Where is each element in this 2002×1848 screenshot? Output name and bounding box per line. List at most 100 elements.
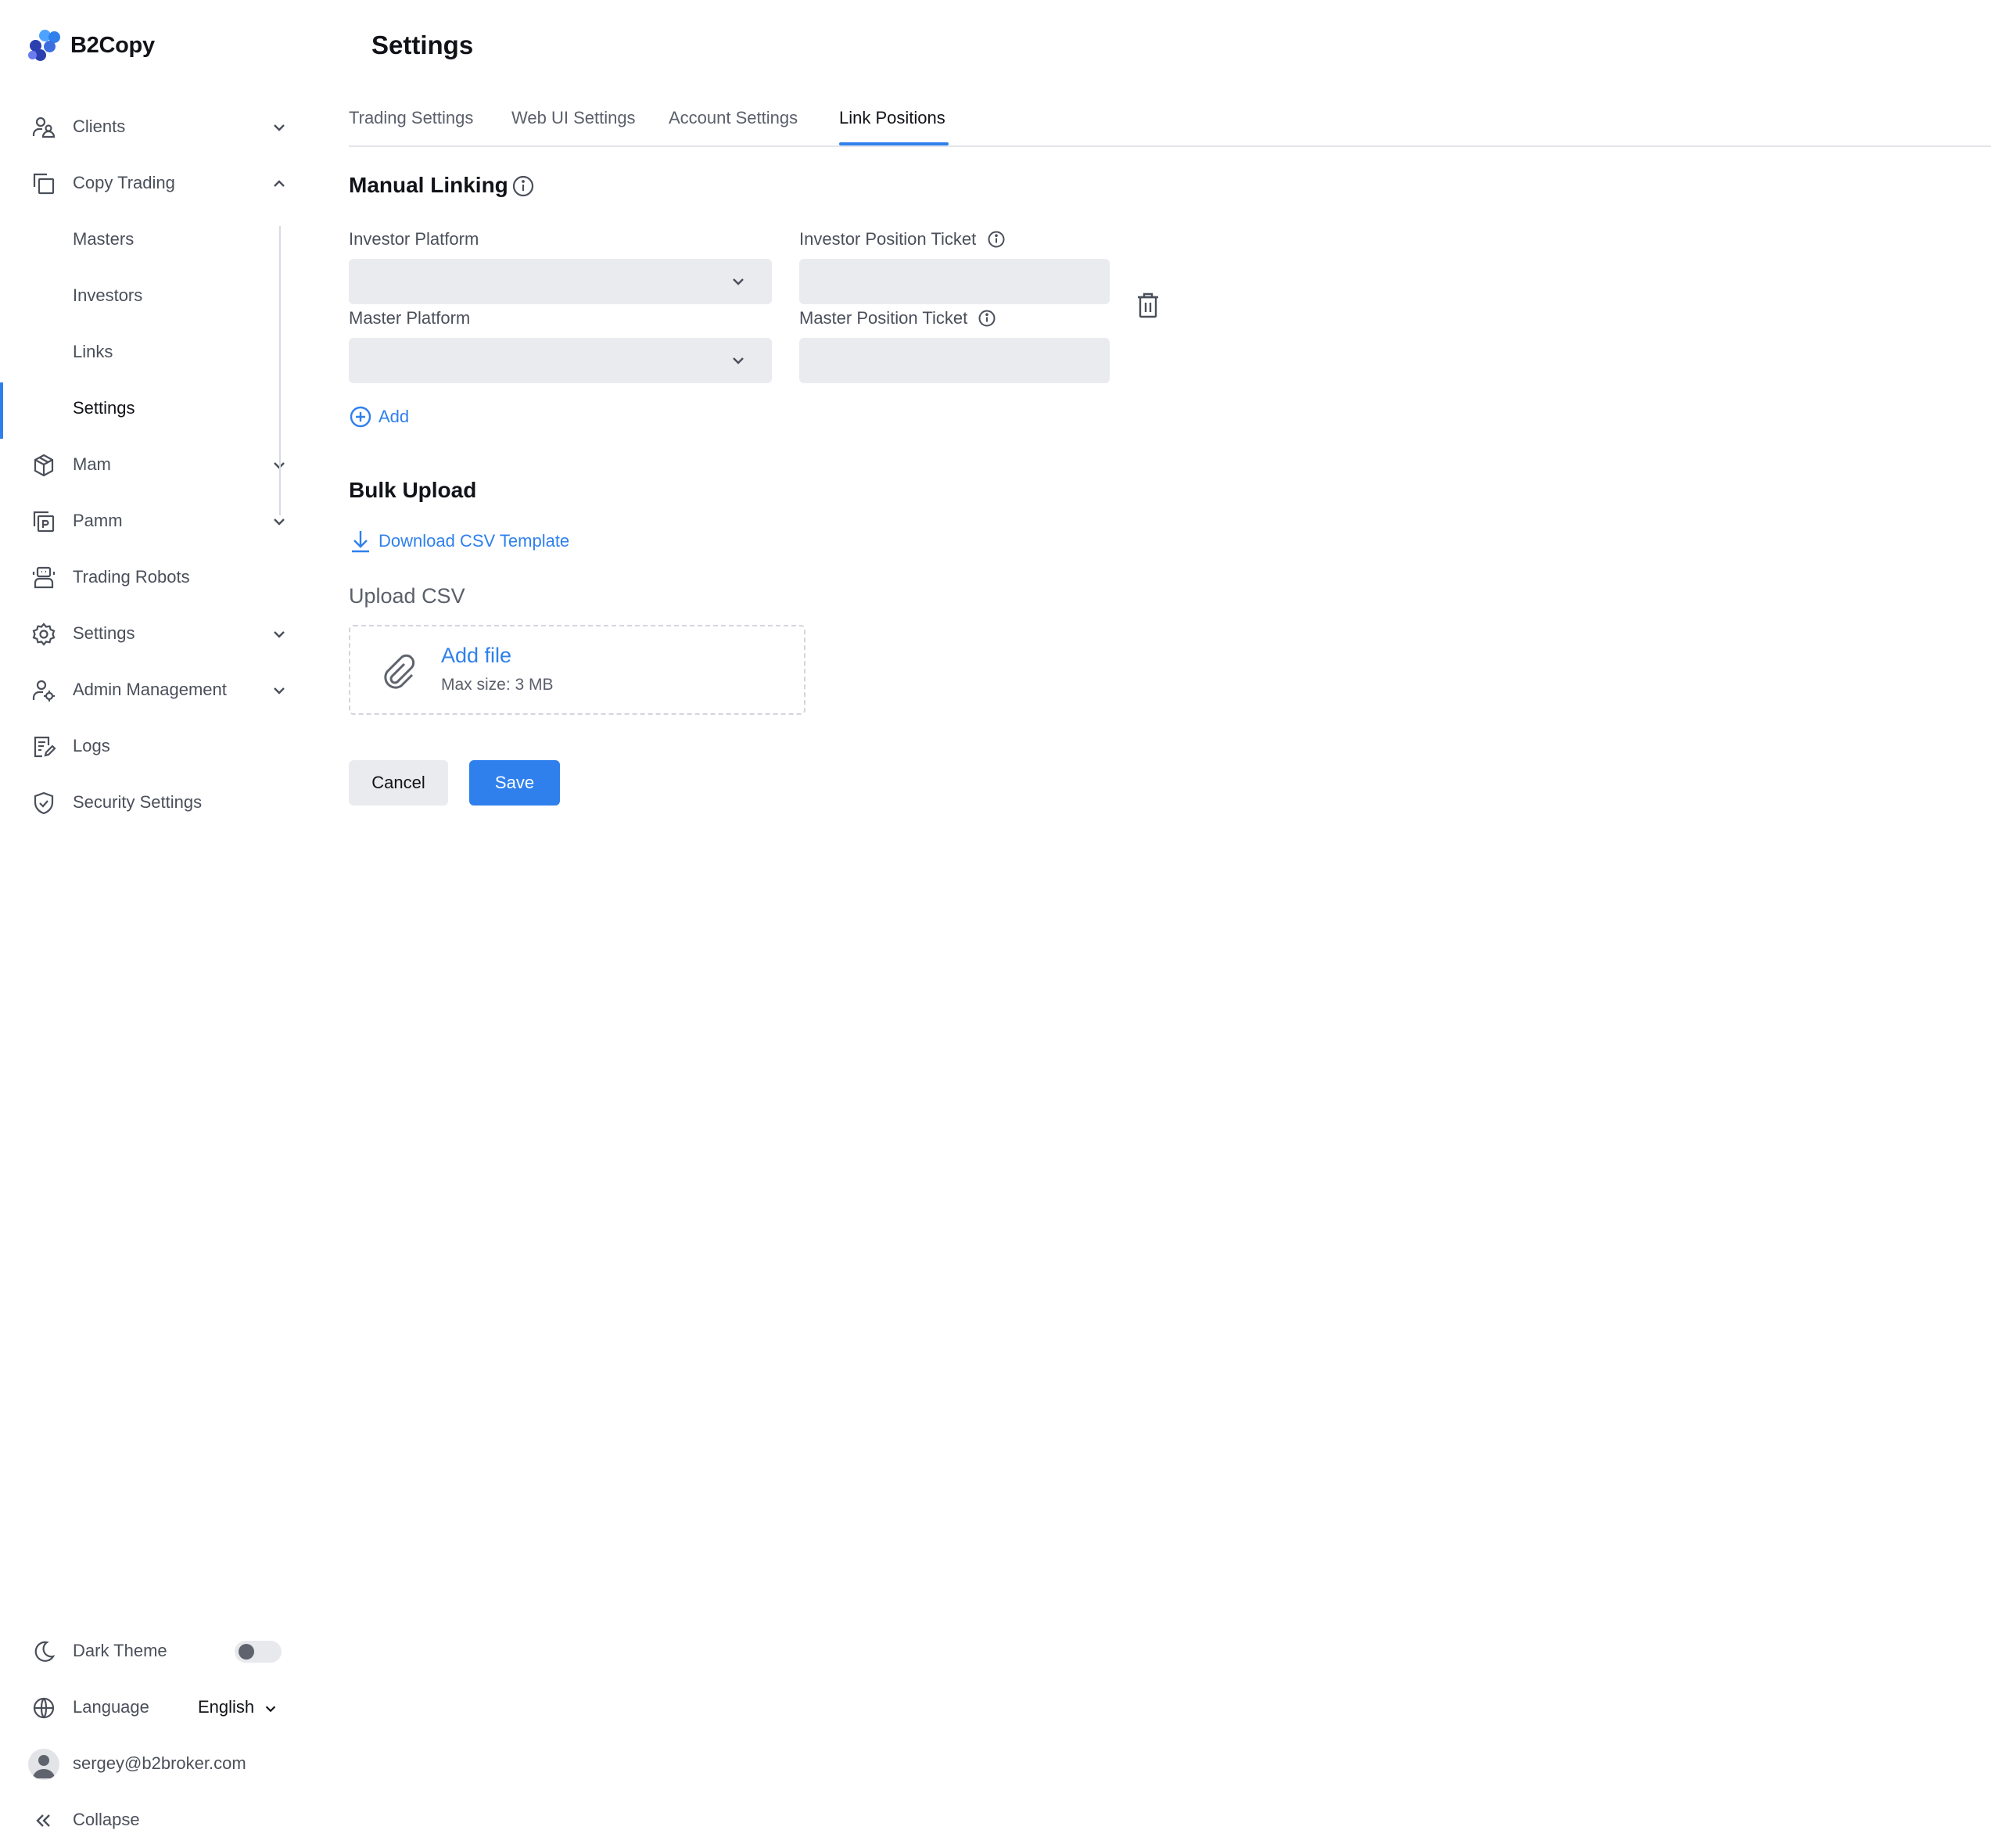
sidebar-item-pamm[interactable]: Pamm (0, 493, 313, 549)
collapse-button[interactable]: Collapse (0, 1792, 313, 1848)
sidebar-footer: Dark Theme Language English sergey@b2bro… (0, 1623, 313, 1848)
sidebar-item-label: Pamm (73, 511, 123, 530)
trash-icon[interactable] (1136, 291, 1161, 319)
csv-dropzone[interactable]: Add file Max size: 3 MB (349, 625, 805, 715)
sidebar-item-label: Logs (73, 736, 110, 755)
language-label: Language (73, 1697, 149, 1717)
language-select[interactable]: English (198, 1697, 254, 1717)
copy-icon (33, 173, 55, 195)
master-ticket-label: Master Position Ticket (799, 308, 968, 328)
sidebar-subitem-settings[interactable]: Settings (0, 380, 313, 436)
chevrons-left-icon (36, 1814, 50, 1827)
info-icon[interactable] (978, 309, 996, 328)
sidebar-subitem-investors[interactable]: Investors (0, 267, 313, 324)
shield-icon (34, 791, 54, 815)
investor-ticket-input[interactable] (799, 259, 1110, 304)
tab-link-positions[interactable]: Link Positions (839, 108, 945, 128)
sidebar-item-label: Masters (73, 229, 135, 249)
chevron-down-icon[interactable] (271, 513, 288, 530)
dark-theme-row: Dark Theme (0, 1623, 313, 1679)
chevron-down-icon[interactable] (271, 682, 288, 699)
chevron-down-icon[interactable] (271, 119, 288, 136)
plus-circle-icon (350, 406, 371, 428)
sidebar-item-label: Trading Robots (73, 567, 190, 587)
chevron-down-icon (733, 357, 744, 364)
add-link-label: Add (379, 407, 410, 426)
tab-trading-settings[interactable]: Trading Settings (349, 108, 473, 128)
manual-linking-title: Manual Linking (349, 173, 508, 197)
investor-platform-select[interactable] (349, 259, 772, 304)
submenu-divider (279, 226, 281, 515)
tab-web-ui-settings[interactable]: Web UI Settings (511, 108, 636, 128)
sidebar-item-mam[interactable]: Mam (0, 436, 313, 493)
collapse-label: Collapse (73, 1810, 140, 1829)
users-icon (32, 117, 56, 138)
globe-icon (33, 1697, 55, 1719)
cancel-button[interactable]: Cancel (349, 760, 448, 806)
copy-trading-submenu: Masters Investors Links Settings (0, 211, 313, 436)
avatar[interactable] (28, 1749, 59, 1780)
add-link-button[interactable]: Add (349, 405, 409, 429)
info-icon[interactable] (987, 230, 1006, 249)
sidebar-item-settings[interactable]: Settings (0, 605, 313, 662)
admin-icon (32, 680, 55, 702)
sidebar-item-admin-management[interactable]: Admin Management (0, 662, 313, 718)
user-row[interactable]: sergey@b2broker.com (0, 1735, 313, 1792)
sidebar-item-copy-trading[interactable]: Copy Trading (0, 155, 313, 211)
download-icon (352, 531, 369, 553)
active-indicator (0, 382, 3, 439)
save-button[interactable]: Save (469, 760, 560, 806)
sidebar-nav: Clients Copy Trading Masters Investors L… (0, 99, 313, 831)
investor-platform-label: Investor Platform (349, 229, 479, 249)
brand-name: B2Copy (70, 32, 155, 58)
logs-icon (34, 736, 56, 758)
pamm-icon (33, 511, 55, 533)
gear-icon (32, 623, 56, 646)
chevron-down-icon[interactable] (263, 1701, 278, 1717)
master-platform-select[interactable] (349, 338, 772, 383)
sidebar-item-security-settings[interactable]: Security Settings (0, 774, 313, 831)
sidebar-item-label: Admin Management (73, 680, 227, 699)
user-email: sergey@b2broker.com (73, 1753, 246, 1773)
sidebar: B2Copy Clients Copy Trading Masters Inve… (0, 0, 313, 1835)
tab-account-settings[interactable]: Account Settings (669, 108, 798, 128)
investor-ticket-label: Investor Position Ticket (799, 229, 977, 249)
sidebar-item-clients[interactable]: Clients (0, 99, 313, 155)
dark-theme-label: Dark Theme (73, 1641, 167, 1660)
sidebar-item-trading-robots[interactable]: Trading Robots (0, 549, 313, 605)
add-file-link[interactable]: Add file (441, 642, 511, 669)
moon-icon (34, 1641, 56, 1662)
master-platform-label: Master Platform (349, 308, 471, 328)
info-icon[interactable] (511, 174, 535, 198)
sidebar-item-label: Settings (73, 623, 135, 643)
sidebar-item-label: Links (73, 342, 113, 361)
max-size-hint: Max size: 3 MB (441, 676, 554, 694)
brand-logo[interactable]: B2Copy (28, 28, 155, 63)
dark-theme-toggle[interactable] (235, 1641, 282, 1663)
sidebar-item-label: Clients (73, 117, 126, 136)
sidebar-subitem-links[interactable]: Links (0, 324, 313, 380)
bulk-upload-title: Bulk Upload (349, 478, 477, 502)
download-csv-template-label: Download CSV Template (379, 531, 570, 551)
cube-icon (34, 454, 54, 477)
user-icon (33, 1755, 55, 1778)
logo-icon (28, 30, 60, 61)
chevron-up-icon[interactable] (271, 175, 288, 192)
sidebar-subitem-masters[interactable]: Masters (0, 211, 313, 267)
sidebar-item-label: Settings (73, 398, 135, 418)
sidebar-item-label: Copy Trading (73, 173, 175, 192)
paperclip-icon (384, 654, 415, 689)
active-tab-indicator (839, 142, 949, 145)
sidebar-item-label: Investors (73, 285, 143, 305)
chevron-down-icon[interactable] (271, 626, 288, 643)
download-csv-template-link[interactable]: Download CSV Template (349, 529, 569, 554)
sidebar-item-label: Mam (73, 454, 111, 474)
sidebar-item-label: Security Settings (73, 792, 203, 812)
robot-icon (32, 566, 56, 589)
chevron-down-icon (733, 278, 744, 285)
sidebar-item-logs[interactable]: Logs (0, 718, 313, 774)
language-row[interactable]: Language English (0, 1679, 313, 1735)
page-title: Settings (371, 31, 474, 59)
settings-tabs: Trading Settings Web UI Settings Account… (349, 100, 1991, 147)
master-ticket-input[interactable] (799, 338, 1110, 383)
